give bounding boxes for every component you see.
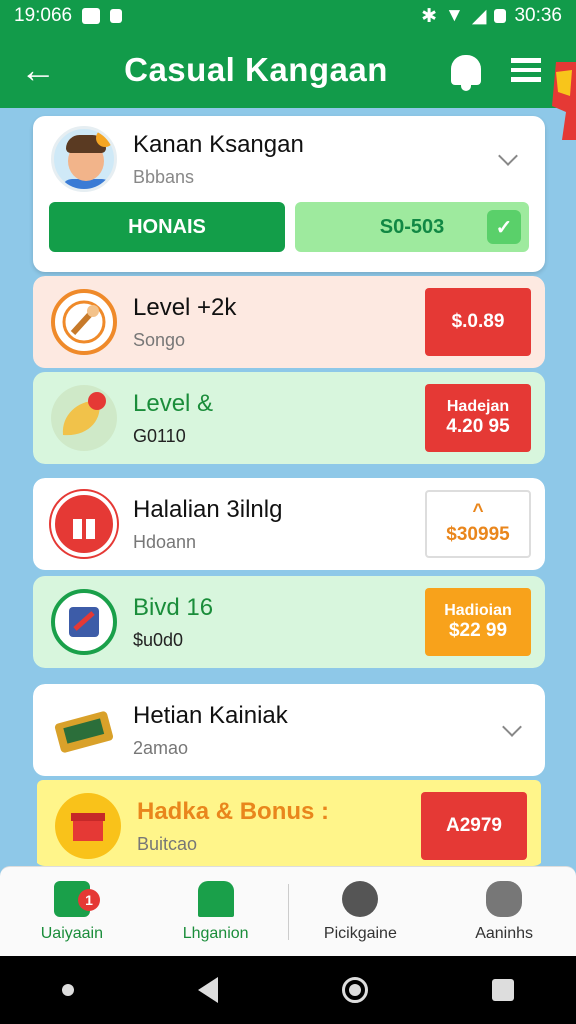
app-notification-icon — [110, 9, 123, 23]
price-caption: Hadioian — [444, 602, 512, 619]
cluster-icon — [486, 880, 523, 917]
list-item[interactable]: Halalian 3ilnlg Hdoann ^ $30995 — [33, 478, 545, 570]
price-button[interactable]: $.0.89 — [425, 288, 531, 356]
bottom-navigation: 1 Uaiyaain Lhganion Picikgaine Aaninhs — [0, 866, 576, 956]
price-button[interactable]: A2979 — [421, 792, 527, 860]
nav-item-trophy[interactable]: Lhganion — [144, 880, 288, 943]
nav-item-settings[interactable]: Aaninhs — [432, 880, 576, 943]
leaf-flower-icon — [51, 385, 117, 451]
back-arrow-icon[interactable]: ← — [0, 32, 76, 108]
price-label: $30995 — [446, 524, 510, 545]
list-item[interactable]: Level +2k Songo $.0.89 — [33, 276, 545, 368]
system-navigation-bar — [0, 956, 576, 1024]
nav-label: Uaiyaain — [40, 924, 103, 942]
secondary-action-button[interactable]: S0-503 ✓ — [295, 202, 529, 252]
status-time-left: 19:066 — [14, 5, 73, 26]
status-time-right: 30:36 — [514, 5, 562, 26]
profile-subtitle: Bbbans — [133, 166, 195, 187]
list-item[interactable]: Level & G0110 Hadejan 4.20 95 — [33, 372, 545, 464]
reward-group-1: Level +2k Songo $.0.89 Level & G0110 Had… — [33, 276, 545, 464]
assistant-dot-icon[interactable] — [62, 984, 74, 996]
row-title: Hadka & Bonus : — [137, 797, 330, 825]
system-recents-icon[interactable] — [492, 979, 514, 1001]
price-caption: Hadejan — [446, 398, 510, 415]
flag-decoration-icon — [552, 62, 576, 140]
row-title: Halalian 3ilnlg — [133, 495, 283, 523]
card-pack-icon — [51, 589, 117, 655]
system-back-icon[interactable] — [198, 977, 218, 1003]
row-subtitle: Buitcao — [137, 833, 198, 854]
primary-action-button[interactable]: HONAIS — [49, 202, 285, 252]
secondary-action-label: S0-503 — [379, 215, 445, 238]
treasure-chest-icon — [51, 697, 117, 763]
notification-icon — [82, 8, 101, 24]
app-bar: ← Casual Kangaan — [0, 32, 576, 140]
package-icon — [342, 880, 379, 917]
bell-icon — [451, 55, 481, 91]
profile-card: Kanan Ksangan Bbbans HONAIS S0-503 ✓ — [33, 116, 545, 272]
battery-icon — [494, 9, 507, 23]
profile-name: Kanan Ksangan — [133, 130, 304, 158]
system-home-icon[interactable] — [342, 977, 368, 1003]
row-subtitle: $u0d0 — [133, 629, 184, 650]
price-button[interactable]: Hadioian $22 99 — [425, 588, 531, 656]
signal-icon: ◢ — [471, 5, 487, 27]
price-label: 4.20 95 — [446, 416, 510, 438]
caret-up-icon: ^ — [472, 501, 484, 523]
price-label: $22 99 — [448, 620, 508, 642]
price-label: A2979 — [446, 814, 502, 836]
price-button[interactable]: Hadejan 4.20 95 — [425, 384, 531, 452]
nav-label: Picikgaine — [323, 924, 397, 942]
gift-box-icon — [51, 491, 117, 557]
chevron-down-icon[interactable] — [502, 717, 522, 737]
menu-icon — [511, 58, 541, 82]
row-subtitle: Songo — [133, 329, 186, 350]
bluetooth-icon: ✱ — [421, 5, 438, 27]
level-badge-icon — [51, 289, 117, 355]
row-title: Bivd 16 — [133, 593, 214, 621]
trophy-icon — [197, 880, 234, 917]
nav-item-package[interactable]: Picikgaine — [289, 880, 433, 943]
nav-label: Aaninhs — [475, 924, 534, 942]
list-item[interactable]: Hadka & Bonus : Buitcao A2979 — [37, 780, 541, 866]
page-title: Casual Kangaan — [124, 51, 388, 88]
wifi-icon: ▼ — [445, 5, 464, 26]
price-label: $.0.89 — [451, 310, 505, 332]
nav-item-home[interactable]: 1 Uaiyaain — [0, 880, 144, 943]
reward-group-2: Halalian 3ilnlg Hdoann ^ $30995 Bivd 16 … — [33, 478, 545, 668]
row-subtitle: 2amao — [133, 737, 189, 758]
bonus-gift-icon — [55, 793, 121, 859]
notification-bell-button[interactable] — [436, 32, 496, 108]
list-item[interactable]: Bivd 16 $u0d0 Hadioian $22 99 — [33, 576, 545, 668]
status-bar: 19:066 ✱ ▼ ◢ 30:36 — [0, 0, 576, 32]
row-title: Level +2k — [133, 293, 237, 321]
price-button[interactable]: ^ $30995 — [425, 490, 531, 558]
chevron-down-icon[interactable] — [498, 146, 518, 166]
check-icon: ✓ — [487, 210, 521, 244]
row-title: Level & — [133, 389, 214, 417]
row-subtitle: G0110 — [133, 425, 186, 446]
reward-group-3: Hetian Kainiak 2amao Hadka & Bonus : Bui… — [33, 684, 545, 866]
list-item[interactable]: Hetian Kainiak 2amao — [33, 684, 545, 776]
row-title: Hetian Kainiak — [133, 701, 288, 729]
row-subtitle: Hdoann — [133, 531, 197, 552]
avatar — [51, 126, 117, 192]
notification-badge: 1 — [78, 888, 100, 911]
nav-label: Lhganion — [182, 924, 249, 942]
